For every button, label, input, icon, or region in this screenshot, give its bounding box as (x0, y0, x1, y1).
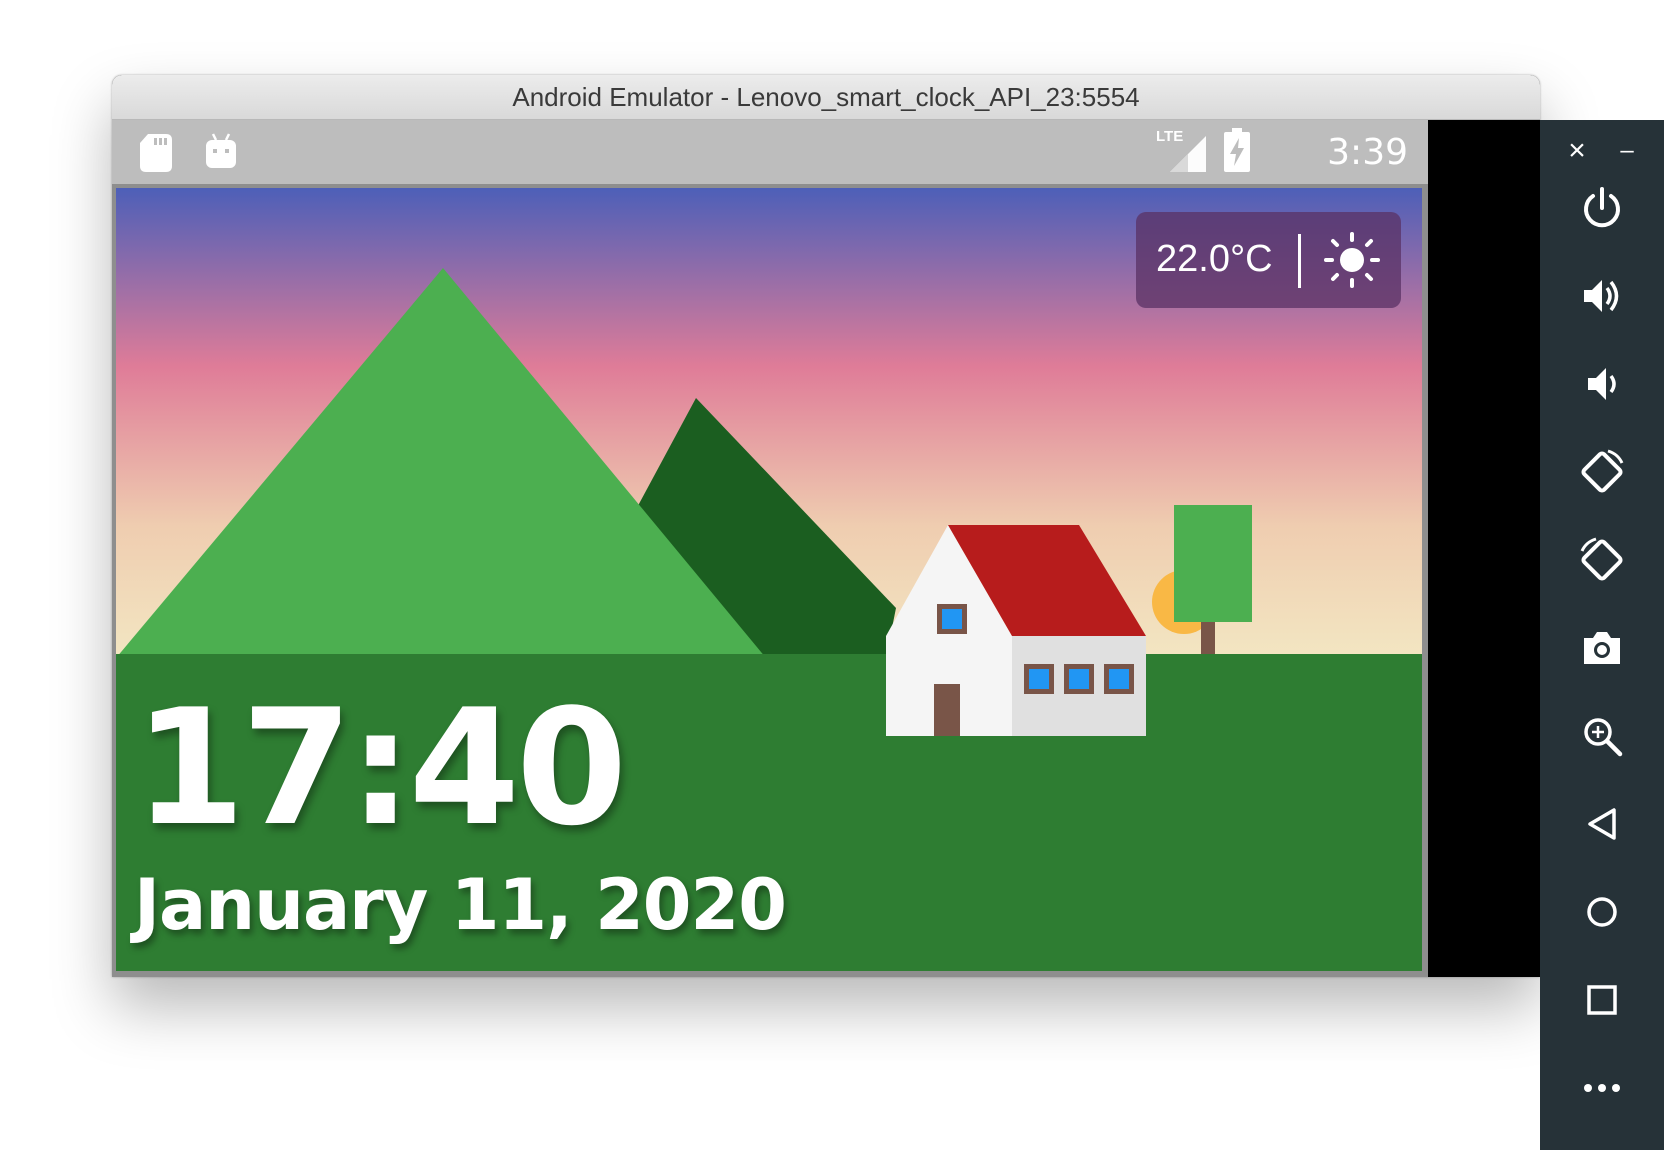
back-icon (1588, 808, 1616, 840)
overview-icon (1587, 985, 1617, 1015)
volume-up-icon (1584, 280, 1619, 312)
device-side-bezel (1428, 120, 1540, 977)
status-bar-time: 3:39 (1327, 132, 1408, 173)
zoom-icon (1584, 718, 1623, 757)
zoom-button[interactable] (1572, 706, 1632, 766)
emulator-toolbar: × – (1540, 120, 1664, 1150)
sd-card-icon (140, 134, 172, 172)
home-icon (1587, 897, 1617, 927)
minimize-icon: – (1620, 137, 1634, 164)
more-button[interactable] (1572, 1058, 1632, 1118)
rotate-right-icon (1580, 537, 1623, 581)
rotate-left-icon (1581, 449, 1624, 493)
rotate-left-button[interactable] (1572, 442, 1632, 502)
volume-up-button[interactable] (1572, 266, 1632, 326)
clock-time: 17:40 (134, 674, 627, 861)
house-door (934, 684, 960, 736)
camera-icon (1584, 632, 1620, 664)
window-title: Android Emulator - Lenovo_smart_clock_AP… (512, 81, 1140, 112)
rotate-right-button[interactable] (1572, 530, 1632, 590)
device-frame: LTE 3:39 22.0°C 17:40 January 11, 2020 (112, 120, 1428, 977)
weather-divider (1298, 234, 1301, 288)
clock-date: January 11, 2020 (134, 864, 787, 946)
window-titlebar[interactable]: Android Emulator - Lenovo_smart_clock_AP… (112, 75, 1540, 120)
overview-button[interactable] (1572, 970, 1632, 1030)
close-icon: × (1568, 134, 1586, 167)
sun-icon (1324, 232, 1380, 288)
battery-charging-icon (1224, 128, 1250, 172)
tree-canopy (1174, 505, 1252, 622)
android-status-bar: LTE 3:39 (112, 120, 1428, 184)
home-button[interactable] (1572, 882, 1632, 942)
android-icon (206, 133, 236, 168)
more-icon (1584, 1084, 1620, 1092)
power-icon (1584, 187, 1620, 228)
clock-screen[interactable]: 22.0°C 17:40 January 11, 2020 (116, 188, 1422, 971)
volume-down-button[interactable] (1572, 354, 1632, 414)
back-button[interactable] (1572, 794, 1632, 854)
screenshot-button[interactable] (1572, 618, 1632, 678)
power-button[interactable] (1572, 178, 1632, 238)
toolbar-close-button[interactable]: × (1562, 136, 1592, 166)
network-type-label: LTE (1156, 128, 1184, 145)
emulator-window: Android Emulator - Lenovo_smart_clock_AP… (112, 75, 1540, 977)
weather-temperature: 22.0°C (1156, 238, 1273, 280)
weather-widget[interactable]: 22.0°C (1136, 212, 1401, 308)
toolbar-minimize-button[interactable]: – (1612, 136, 1642, 166)
volume-down-icon (1588, 368, 1616, 400)
